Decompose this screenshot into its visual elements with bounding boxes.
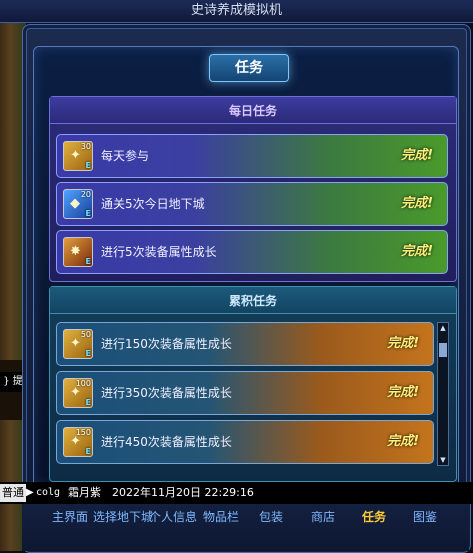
blue-crystal-icon: ◆ 20 E: [63, 189, 93, 219]
chat-channel-button[interactable]: 普通: [0, 484, 26, 502]
task-status: 完成!: [401, 244, 433, 259]
nav-main[interactable]: 主界面: [52, 505, 88, 529]
cumulative-section-title: 累积任务: [50, 287, 456, 314]
nav-collection[interactable]: 图鉴: [413, 505, 437, 529]
gold-coin-icon: ✦ 150 E: [63, 427, 93, 457]
window-title: 史诗养成模拟机: [0, 0, 473, 23]
task-scrollbar[interactable]: ▲ ▼: [437, 322, 449, 466]
task-name: 通关5次今日地下城: [101, 197, 205, 211]
gold-coin-icon: ✦ 100 E: [63, 378, 93, 408]
gold-coin-icon: ✦ 30 E: [63, 141, 93, 171]
scroll-up-icon[interactable]: ▲: [438, 323, 448, 333]
task-status: 完成!: [401, 148, 433, 163]
task-name: 每天参与: [101, 149, 150, 163]
nav-shop[interactable]: 商店: [311, 505, 335, 529]
cumulative-task-row[interactable]: ✦ 50 E 进行150次装备属性成长 完成!: [56, 322, 434, 366]
cumulative-task-row[interactable]: ✦ 150 E 进行450次装备属性成长 完成!: [56, 420, 434, 464]
gold-coin-icon: ✦ 50 E: [63, 329, 93, 359]
cumulative-task-row[interactable]: ✦ 100 E 进行350次装备属性成长 完成!: [56, 371, 434, 415]
task-name: 进行150次装备属性成长: [101, 337, 232, 351]
task-status: 完成!: [387, 434, 419, 449]
task-name: 进行350次装备属性成长: [101, 386, 232, 400]
play-arrow-icon: ▶: [26, 487, 34, 498]
task-status: 完成!: [387, 336, 419, 351]
chat-status-bar: 普通 ▶ colg 霜月紫 2022年11月20日 22:29:16: [0, 482, 473, 504]
daily-section-title: 每日任务: [50, 97, 456, 124]
nav-packaging[interactable]: 包装: [259, 505, 283, 529]
status-timestamp: 2022年11月20日 22:29:16: [112, 486, 254, 499]
task-status: 完成!: [387, 385, 419, 400]
task-status: 完成!: [401, 196, 433, 211]
daily-task-row[interactable]: ◆ 20 E 通关5次今日地下城 完成!: [56, 182, 448, 226]
status-character-name: 霜月紫: [68, 486, 101, 499]
fire-scroll-icon: ✸ E: [63, 237, 93, 267]
daily-task-row[interactable]: ✸ E 进行5次装备属性成长 完成!: [56, 230, 448, 274]
status-user: colg: [36, 487, 61, 498]
scroll-down-icon[interactable]: ▼: [438, 455, 448, 465]
panel-title-tab: 任务: [209, 54, 289, 82]
nav-profile[interactable]: 个人信息: [149, 505, 197, 529]
nav-tasks[interactable]: 任务: [362, 505, 386, 529]
nav-inventory[interactable]: 物品栏: [203, 505, 239, 529]
nav-select-dungeon[interactable]: 选择地下城: [93, 505, 153, 529]
bottom-nav: [22, 504, 469, 551]
scroll-thumb[interactable]: [439, 343, 447, 357]
task-name: 进行450次装备属性成长: [101, 435, 232, 449]
daily-task-row[interactable]: ✦ 30 E 每天参与 完成!: [56, 134, 448, 178]
task-name: 进行5次装备属性成长: [101, 245, 217, 259]
